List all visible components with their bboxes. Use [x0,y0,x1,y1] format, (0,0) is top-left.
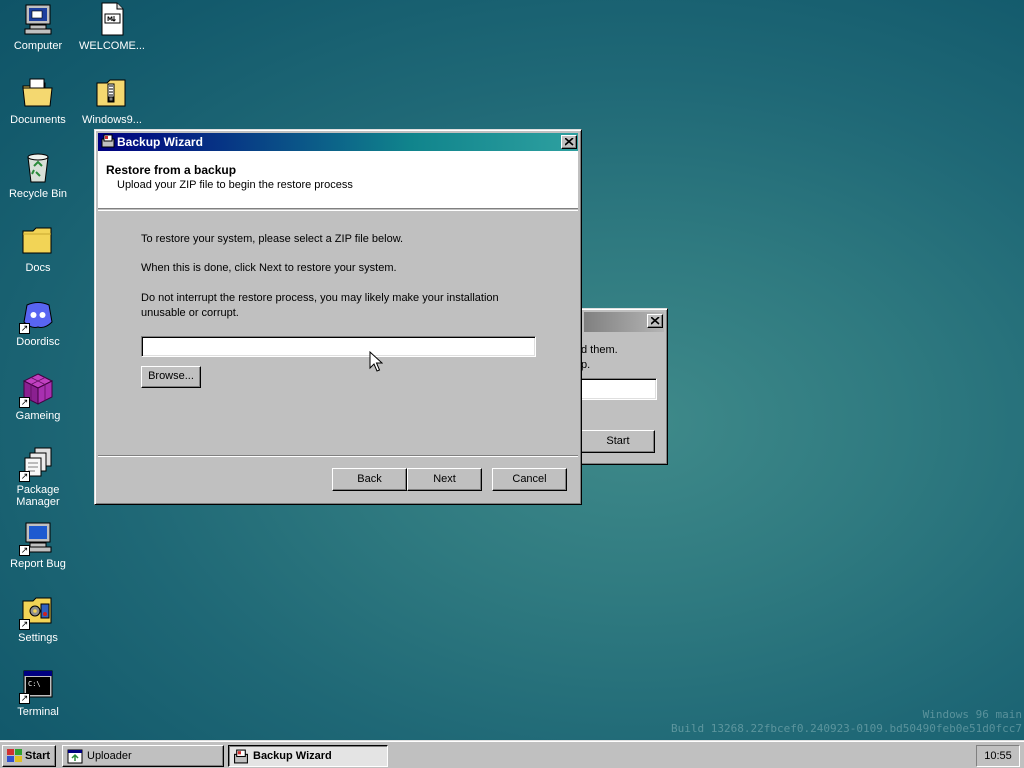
recycle-bin-icon [21,150,55,184]
markdown-file-icon: M [95,2,129,36]
shortcut-arrow-icon: ↗ [19,693,30,704]
report-bug-icon: ↗ [19,520,55,556]
terminal-icon: C:\ ↗ [19,668,55,704]
mouse-cursor-icon [369,351,383,372]
desktop-icon-label: Recycle Bin [8,188,68,200]
wizard-title: Backup Wizard [117,135,203,149]
start-label: Start [25,750,51,762]
close-icon [565,138,574,146]
shortcut-arrow-icon: ↗ [19,619,30,630]
footer-divider [98,455,578,457]
computer-icon [21,2,55,36]
svg-text:M: M [107,16,113,23]
desktop-icon-label: Settings [18,632,58,644]
game-cube-icon: ↗ [19,372,55,408]
desktop-icon-label: Doordisc [16,336,60,348]
desktop-icon-label: Report Bug [10,558,66,570]
desktop-icon-label: Documents [10,114,66,126]
wizard-close-button[interactable] [561,135,577,149]
back-button[interactable]: Back [332,468,407,491]
instruction-click-next: When this is done, click Next to restore… [141,262,397,274]
backup-wizard-icon [233,749,249,767]
desktop-icon-package-manager[interactable]: ↗ Package Manager [0,446,76,508]
desktop-icon-terminal[interactable]: C:\ ↗ Terminal [0,668,76,718]
uploader-close-button[interactable] [647,314,663,328]
zip-folder-icon [95,76,129,110]
instruction-warning: Do not interrupt the restore process, yo… [141,292,499,319]
build-line-2: Build 13268.22fbcef0.240923-0109.bd50490… [671,722,1022,735]
instruction-select-zip: To restore your system, please select a … [141,233,404,245]
zip-file-path-input[interactable] [141,336,536,357]
folder-icon [21,224,55,258]
uploader-app-icon [67,749,83,767]
system-tray-clock[interactable]: 10:55 [976,745,1020,767]
shortcut-arrow-icon: ↗ [19,397,30,408]
wizard-header: Restore from a backup Upload your ZIP fi… [98,151,578,209]
backup-wizard-icon [101,134,115,151]
wizard-header-title: Restore from a backup [106,163,237,177]
documents-folder-icon [21,76,55,110]
header-divider [98,210,578,211]
desktop-icon-label: Package Manager [16,484,60,508]
close-icon [651,317,660,325]
settings-icon: ↗ [19,594,55,630]
uploader-text-fragment: d them. [581,344,618,356]
doordisc-icon: ↗ [19,298,55,334]
desktop-icon-documents[interactable]: Documents [0,76,76,126]
shortcut-arrow-icon: ↗ [19,471,30,482]
desktop-icon-label: Gameing [15,410,61,422]
desktop-icon-recycle-bin[interactable]: Recycle Bin [0,150,76,200]
desktop-icon-doordisc[interactable]: ↗ Doordisc [0,298,76,348]
uploader-text-fragment: p. [581,359,591,371]
browse-button[interactable]: Browse... [141,366,201,388]
desktop-icon-label: Computer [13,40,63,52]
backup-wizard-window[interactable]: Backup Wizard Restore from a backup Uplo… [94,129,582,505]
desktop-icon-computer[interactable]: Computer [0,2,76,52]
desktop-icon-gameing[interactable]: ↗ Gameing [0,372,76,422]
desktop-icon-label: Windows9... [82,114,142,126]
desktop-icon-label: Terminal [17,706,59,718]
taskbar-item-label: Backup Wizard [253,750,332,762]
taskbar-item-backup-wizard[interactable]: Backup Wizard [228,745,388,767]
desktop-icon-report-bug[interactable]: ↗ Report Bug [0,520,76,570]
build-line-1: Windows 96 main [922,708,1022,721]
start-logo-icon [7,749,23,767]
package-manager-icon: ↗ [19,446,55,482]
desktop-icon-windows9[interactable]: Windows9... [74,76,150,126]
uploader-file-field[interactable] [575,378,657,400]
taskbar: Start Uploader Backup Wizard 10:55 [0,740,1024,768]
taskbar-item-label: Uploader [87,750,132,762]
shortcut-arrow-icon: ↗ [19,545,30,556]
uploader-window[interactable]: d them. p. Start [575,308,668,465]
desktop-icon-label: Docs [25,262,51,274]
uploader-start-button[interactable]: Start [581,430,655,453]
desktop-icon-label: WELCOME... [78,40,145,52]
taskbar-item-uploader[interactable]: Uploader [62,745,224,767]
wizard-header-subtitle: Upload your ZIP file to begin the restor… [117,179,353,191]
start-button[interactable]: Start [2,745,56,767]
build-watermark: Windows 96 main Build 13268.22fbcef0.240… [671,708,1022,736]
svg-text:C:\: C:\ [28,680,41,688]
cancel-button[interactable]: Cancel [492,468,567,491]
next-button[interactable]: Next [407,468,482,491]
shortcut-arrow-icon: ↗ [19,323,30,334]
desktop-icon-docs[interactable]: Docs [0,224,76,274]
desktop-icon-settings[interactable]: ↗ Settings [0,594,76,644]
wizard-titlebar[interactable]: Backup Wizard [98,133,578,151]
desktop-icon-welcome[interactable]: M WELCOME... [74,2,150,52]
